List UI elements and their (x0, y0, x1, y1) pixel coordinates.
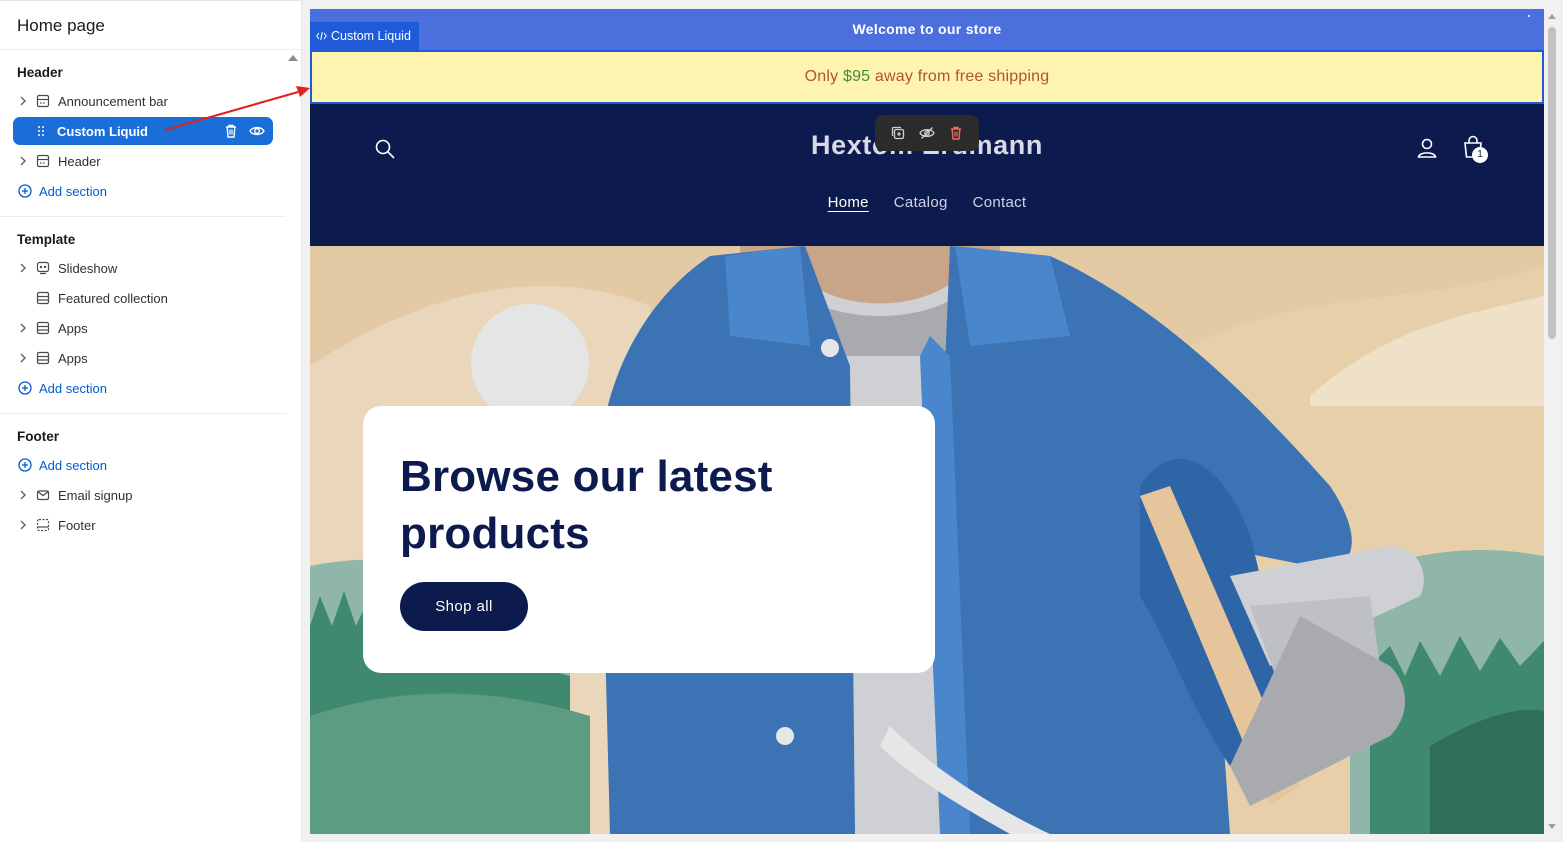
code-icon (316, 31, 327, 41)
add-section-button[interactable]: Add section (0, 373, 286, 403)
sidebar-item-apps[interactable]: Apps (0, 343, 286, 373)
template-group: Template Slideshow Featured collection A… (0, 217, 286, 414)
sidebar-item-footer[interactable]: Footer (0, 510, 286, 540)
scroll-up-arrow[interactable] (288, 55, 298, 61)
drag-handle-icon[interactable] (37, 125, 45, 137)
main-nav: Home Catalog Contact (310, 194, 1544, 211)
chevron-right-icon[interactable] (18, 96, 28, 106)
trash-icon[interactable] (223, 123, 239, 139)
hero-title: Browse our latest products (400, 452, 773, 558)
plus-circle-icon (18, 381, 32, 395)
chevron-right-icon[interactable] (18, 490, 28, 500)
sidebar-item-label: Email signup (58, 487, 133, 503)
free-shipping-bar[interactable]: Only $95 away from free shipping (310, 50, 1544, 104)
account-icon[interactable] (1415, 136, 1439, 160)
scroll-down-arrow[interactable] (1548, 824, 1556, 829)
sidebar-item-label: Footer (58, 517, 96, 533)
hero-content-card: Browse our latest products Shop all (363, 406, 935, 673)
duplicate-icon[interactable] (890, 125, 906, 141)
section-icon (36, 154, 50, 168)
section-floating-toolbar (875, 115, 979, 151)
add-section-label: Add section (39, 183, 107, 199)
sidebar-item-label: Apps (58, 350, 88, 366)
header-group: Header Announcement bar Custom Liquid He… (0, 50, 286, 217)
sidebar-item-label: Header (58, 153, 101, 169)
shop-all-button[interactable]: Shop all (400, 582, 528, 631)
sidebar-item-slideshow[interactable]: Slideshow (0, 253, 286, 283)
site-header[interactable]: Hextom Erdmann 1 Home Catalog Contact (310, 104, 1544, 246)
eye-off-icon[interactable] (919, 125, 935, 141)
storefront-preview[interactable]: Welcome to our store Custom Liquid Only … (310, 9, 1544, 834)
section-icon (36, 94, 50, 108)
custom-liquid-tag-label: Custom Liquid (331, 29, 411, 43)
announcement-bar[interactable]: Welcome to our store (310, 9, 1544, 50)
sidebar-item-announcement-bar[interactable]: Announcement bar (0, 86, 286, 116)
add-section-label: Add section (39, 380, 107, 396)
sidebar-item-label: Slideshow (58, 260, 118, 276)
custom-liquid-tag[interactable]: Custom Liquid (310, 22, 419, 50)
preview-top-strip (302, 0, 1563, 9)
shipping-prefix: Only (804, 68, 843, 85)
nav-link-contact[interactable]: Contact (973, 194, 1027, 211)
row-actions (223, 123, 265, 139)
cart-count-badge: 1 (1472, 147, 1488, 163)
hero-slideshow[interactable]: Browse our latest products Shop all (310, 246, 1544, 834)
chevron-right-icon[interactable] (18, 156, 28, 166)
apps-icon (36, 351, 50, 365)
footer-group: Footer Add section Email signup Footer (0, 414, 286, 550)
apps-icon (36, 321, 50, 335)
sidebar: Home page Header Announcement bar Custom… (0, 0, 302, 842)
shipping-suffix: away from free shipping (870, 68, 1050, 85)
sidebar-item-custom-liquid[interactable]: Custom Liquid (13, 117, 273, 145)
shipping-amount: $95 (842, 68, 871, 85)
sidebar-item-header[interactable]: Header (0, 146, 286, 176)
section-icon (36, 291, 50, 305)
sidebar-item-label: Custom Liquid (57, 123, 148, 139)
trash-icon[interactable] (948, 125, 964, 141)
chevron-right-icon[interactable] (18, 520, 28, 530)
add-section-button[interactable]: Add section (0, 176, 286, 206)
preview-scrollbar[interactable] (1545, 9, 1559, 834)
announcement-text: Welcome to our store (852, 21, 1002, 37)
sidebar-item-email-signup[interactable]: Email signup (0, 480, 286, 510)
eye-icon[interactable] (249, 123, 265, 139)
add-section-button[interactable]: Add section (0, 450, 286, 480)
group-title-footer: Footer (17, 429, 59, 444)
email-icon (36, 488, 50, 502)
scroll-thumb[interactable] (1548, 27, 1556, 339)
add-section-label: Add section (39, 457, 107, 473)
sidebar-item-label: Featured collection (58, 290, 168, 306)
chevron-right-icon[interactable] (18, 323, 28, 333)
announcement-dot (1528, 15, 1530, 17)
chevron-right-icon[interactable] (18, 263, 28, 273)
sidebar-item-featured-collection[interactable]: Featured collection (0, 283, 286, 313)
nav-link-home[interactable]: Home (828, 194, 869, 211)
sidebar-item-apps[interactable]: Apps (0, 313, 286, 343)
page-title: Home page (0, 1, 301, 50)
plus-circle-icon (18, 184, 32, 198)
group-title-template: Template (17, 232, 76, 247)
footer-icon (36, 518, 50, 532)
sidebar-item-label: Announcement bar (58, 93, 168, 109)
sidebar-item-label: Apps (58, 320, 88, 336)
chevron-right-icon[interactable] (18, 353, 28, 363)
slideshow-icon (36, 261, 50, 275)
group-title-header: Header (17, 65, 63, 80)
plus-circle-icon (18, 458, 32, 472)
scroll-up-arrow[interactable] (1548, 14, 1556, 19)
nav-link-catalog[interactable]: Catalog (894, 194, 948, 211)
